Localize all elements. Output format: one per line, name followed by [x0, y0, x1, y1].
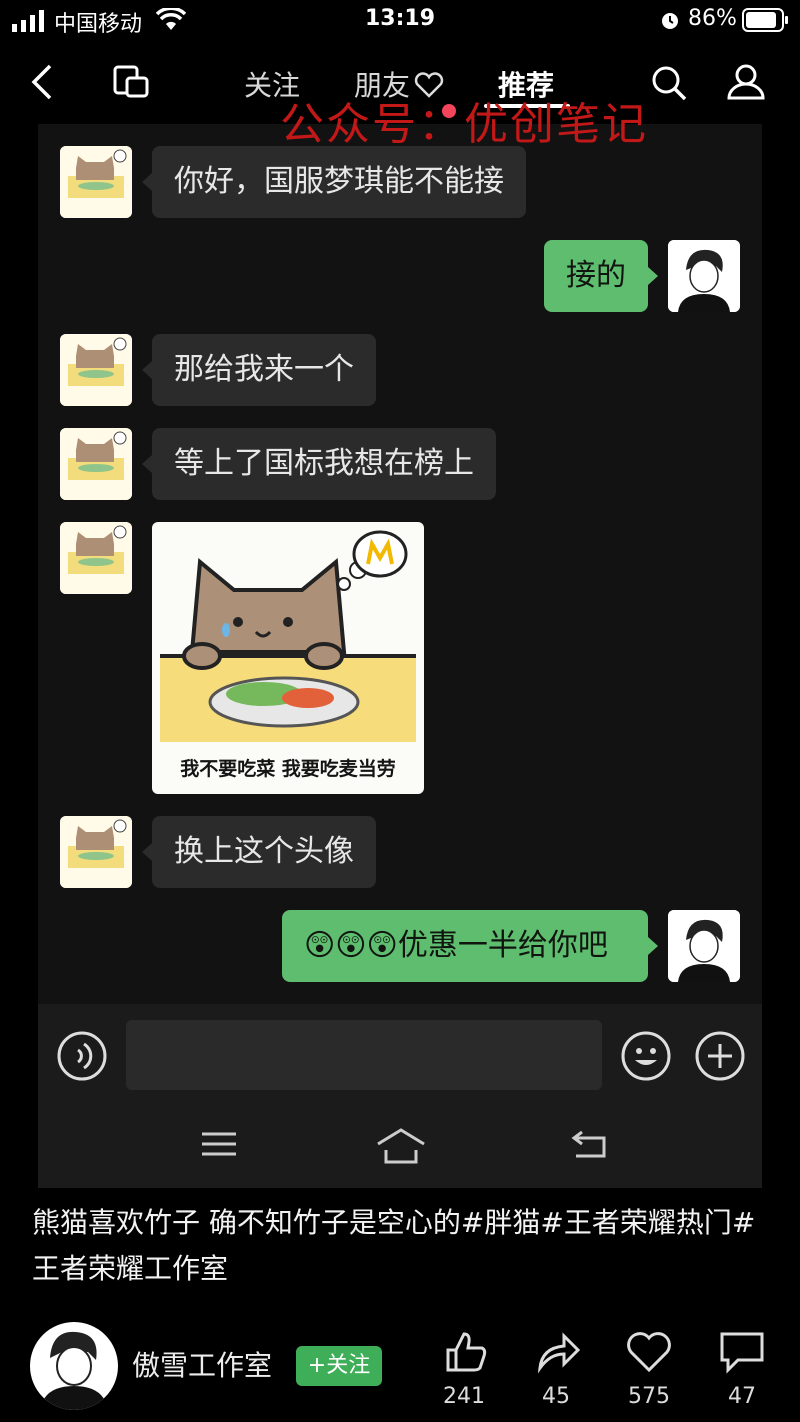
search-icon[interactable]	[650, 64, 688, 102]
message-input[interactable]	[126, 1020, 602, 1090]
watermark-text: 公众号：优创笔记	[280, 99, 648, 150]
multi-window-icon[interactable]	[112, 64, 152, 100]
bubble-tail	[142, 361, 152, 379]
menu-icon[interactable]	[200, 1130, 240, 1160]
message-text: 优惠一半给你吧	[397, 928, 608, 963]
favorite-count: 575	[628, 1384, 670, 1409]
alarm-icon	[662, 13, 678, 29]
cat-avatar	[60, 334, 132, 406]
comment-icon[interactable]	[718, 1330, 766, 1374]
plus-icon[interactable]	[694, 1030, 746, 1082]
cat-avatar	[60, 146, 132, 218]
message-bubble-incoming: 换上这个头像	[152, 816, 376, 888]
like-count: 241	[443, 1384, 485, 1409]
back-nav-icon[interactable]	[570, 1130, 610, 1162]
share-count: 45	[542, 1384, 570, 1409]
anime-boy-avatar	[668, 910, 740, 982]
cat-sticker-image[interactable]: 我不要吃菜 我要吃麦当劳	[152, 522, 424, 794]
comment-count: 47	[728, 1384, 756, 1409]
battery-icon	[742, 8, 788, 32]
message-bubble-incoming: 你好，国服梦琪能不能接	[152, 146, 526, 218]
emoji-group: 😲😲😲	[304, 928, 398, 963]
profile-icon[interactable]	[726, 62, 766, 102]
message-bubble-incoming: 等上了国标我想在榜上	[152, 428, 496, 500]
message-bubble-outgoing: 接的	[544, 240, 648, 312]
status-bar: 中国移动 13:19 86%	[0, 0, 800, 40]
bubble-tail	[648, 267, 658, 285]
bubble-tail	[648, 937, 658, 955]
voice-icon[interactable]	[56, 1030, 108, 1082]
sticker-caption: 我不要吃菜 我要吃麦当劳	[180, 758, 396, 780]
cat-avatar	[60, 428, 132, 500]
heart-icon[interactable]	[626, 1330, 672, 1374]
message-bubble-outgoing: 😲😲😲优惠一半给你吧	[282, 910, 648, 982]
author-avatar[interactable]	[30, 1322, 118, 1410]
emoji-icon[interactable]	[620, 1030, 672, 1082]
bubble-tail	[142, 843, 152, 861]
clock: 13:19	[364, 6, 436, 31]
back-arrow-icon[interactable]	[30, 64, 54, 100]
post-caption: 熊猫喜欢竹子 确不知竹子是空心的#胖猫#王者荣耀热门#王者荣耀工作室	[32, 1206, 756, 1285]
home-icon[interactable]	[376, 1128, 426, 1164]
chat-input-bar	[38, 1004, 762, 1188]
cat-avatar	[60, 522, 132, 594]
cat-avatar	[60, 816, 132, 888]
bubble-tail	[142, 173, 152, 191]
battery-percent: 86%	[688, 6, 737, 31]
share-icon[interactable]	[536, 1330, 580, 1374]
author-name[interactable]: 傲雪工作室	[132, 1344, 272, 1384]
like-icon[interactable]	[444, 1330, 488, 1374]
message-bubble-incoming: 那给我来一个	[152, 334, 376, 406]
anime-boy-avatar	[668, 240, 740, 312]
follow-button[interactable]: +关注	[296, 1346, 382, 1386]
bubble-tail	[142, 455, 152, 473]
